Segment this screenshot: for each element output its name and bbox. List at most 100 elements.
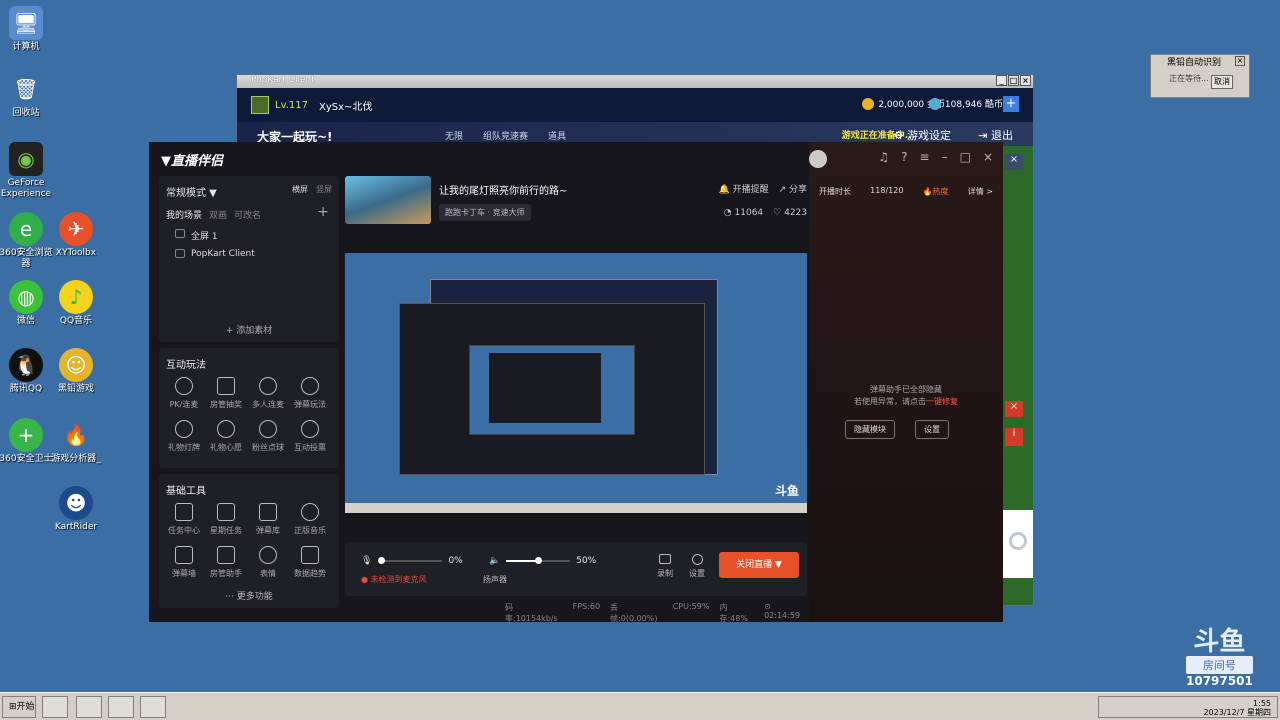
danmu-settings-button[interactable]: 设置 (915, 420, 949, 439)
settings-button[interactable]: 设置 (689, 554, 705, 579)
scene-item[interactable]: 全屏 1 (159, 221, 339, 242)
tool-item[interactable]: 表情 (247, 546, 289, 579)
landscape-option[interactable]: 横屏 (292, 184, 308, 202)
close-icon[interactable]: × (1005, 154, 1023, 170)
room-category[interactable]: 跑跑卡丁车 · 竞速大师 (439, 204, 531, 221)
level-badge-icon (251, 96, 269, 114)
maximize-button[interactable]: □ (960, 150, 971, 164)
mic-slider[interactable] (378, 557, 443, 564)
portrait-option[interactable]: 竖屏 (316, 184, 332, 202)
speaker-knob[interactable] (535, 557, 543, 564)
tools-title: 基础工具 (166, 486, 206, 497)
game-icon (175, 249, 185, 258)
computer-icon: 🖥 (9, 6, 43, 40)
fans-count: ◔ 11064 (723, 208, 764, 218)
popkart-titlebar: PopKart Client _ □ × (237, 75, 1033, 88)
mode-dropdown[interactable]: 常规模式 ▼ (166, 184, 217, 202)
close-icon[interactable]: × (1005, 401, 1023, 417)
mic-icon[interactable]: 🎙 (361, 556, 372, 566)
tab-rename[interactable]: 可改名 (234, 208, 261, 221)
share-button[interactable]: ↗ 分享 (779, 182, 807, 195)
tool-item[interactable]: 房管助手 (205, 546, 247, 579)
interact-item[interactable]: 礼物灯牌 (163, 420, 205, 453)
room-number: 10797501 (1186, 674, 1253, 688)
game-settings-button[interactable]: ⚙ 游戏设定 (894, 127, 951, 143)
tab-my-scene[interactable]: 我的场景 (166, 208, 202, 221)
speaker-slider[interactable] (506, 557, 571, 564)
start-button[interactable]: ⊞开始 (2, 696, 36, 718)
360-safe-icon: + (9, 418, 43, 452)
taskbar-app-kartrider[interactable] (42, 696, 68, 718)
tools-panel: 基础工具 任务中心 星期任务 弹幕库 正版音乐 弹幕墙 房管助手 表情 数据趋势… (159, 474, 339, 608)
desktop-icon-recycle[interactable]: 🗑 回收站 (0, 72, 56, 119)
tab-dual[interactable]: 双画 (209, 208, 227, 221)
interact-item[interactable]: 多人连麦 (247, 377, 289, 410)
desktop-icon-geforce[interactable]: ◉ GeForce Experience (0, 142, 56, 200)
desktop-icon-gameanalyzer[interactable]: 🔥 游戏分析器_ (46, 418, 106, 465)
mic-percent: 0% (448, 556, 463, 566)
interact-item[interactable]: 礼物心愿 (205, 420, 247, 453)
desktop-icon-kartrider[interactable]: ☻ KartRider (46, 486, 106, 533)
exit-button[interactable]: ⇥ 退出 (978, 127, 1013, 143)
tool-item[interactable]: 正版音乐 (289, 503, 331, 536)
tool-item[interactable]: 弹幕库 (247, 503, 289, 536)
douyu-room-logo: 斗鱼 房间号 10797501 (1186, 628, 1253, 688)
record-button[interactable]: 录制 (657, 554, 673, 579)
add-currency-button[interactable]: + (1003, 96, 1019, 112)
interact-item[interactable]: 房管抽奖 (205, 377, 247, 410)
detail-link[interactable]: 详情 > (968, 186, 993, 197)
taskbar-app-popkart[interactable] (108, 696, 134, 718)
tool-item[interactable]: 星期任务 (205, 503, 247, 536)
info-icon[interactable]: i (1005, 428, 1023, 446)
maximize-button[interactable]: □ (1008, 75, 1019, 86)
tab-unlimited[interactable]: 无限 (445, 129, 463, 142)
fix-link[interactable]: 一键修复 (926, 397, 958, 406)
tab-item[interactable]: 道具 (548, 129, 566, 142)
desktop-icon-computer[interactable]: 🖥 计算机 (0, 6, 56, 53)
clock[interactable]: 1:55 2023/12/7 星期四 (1203, 699, 1271, 717)
headset-icon[interactable]: ♫ (878, 150, 889, 164)
taskbar-app-xytoolbx[interactable] (140, 696, 166, 718)
speaker-icon[interactable]: 🔈 (489, 556, 500, 566)
close-icon[interactable]: × (1235, 56, 1245, 66)
mic-control: 🎙 0% (361, 556, 463, 566)
taskbar-app-heiqian[interactable] (76, 696, 102, 718)
close-live-button[interactable]: 关闭直播 ▼ (719, 552, 799, 578)
add-source-button[interactable]: + 添加素材 (159, 323, 339, 336)
help-icon[interactable]: ? (901, 150, 907, 164)
interact-item[interactable]: 互动投票 (289, 420, 331, 453)
tool-item[interactable]: 弹幕墙 (163, 546, 205, 579)
interact-item[interactable]: PK/连麦 (163, 377, 205, 410)
desktop-icon-heiqian[interactable]: ☺ 黑铅游戏 (46, 348, 106, 395)
room-label: 房间号 (1186, 656, 1253, 674)
live-time-row: 开播时长 118/120 🔥热度 详情 > (819, 186, 993, 197)
minimize-button[interactable]: – (942, 150, 948, 164)
interact-item[interactable]: 弹幕玩法 (289, 377, 331, 410)
interact-item[interactable]: 粉丝点球 (247, 420, 289, 453)
close-button[interactable]: × (983, 150, 993, 164)
emoji-icon (259, 546, 277, 564)
close-button[interactable]: × (1020, 75, 1031, 86)
minimize-button[interactable]: _ (996, 75, 1007, 86)
mic-knob[interactable] (378, 557, 386, 564)
menu-icon[interactable]: ≡ (920, 150, 930, 164)
chart-icon (301, 546, 319, 564)
room-title[interactable]: 让我的尾灯照亮你前行的路~ (439, 182, 567, 197)
scene-item[interactable]: PopKart Client (159, 241, 339, 261)
gear-icon[interactable] (1009, 532, 1027, 550)
tool-item[interactable]: 任务中心 (163, 503, 205, 536)
camera-icon (659, 554, 671, 564)
cancel-button[interactable]: 取消 (1211, 75, 1233, 89)
more-features-button[interactable]: ··· 更多功能 (159, 583, 339, 608)
add-scene-icon[interactable]: + (317, 204, 329, 220)
danmu-buttons: 隐藏模块 设置 (845, 420, 949, 439)
desktop-icon-xytoolbx[interactable]: ✈ XYToolbx (46, 212, 106, 259)
remind-button[interactable]: 🔔 开播提醒 (718, 182, 768, 195)
tool-item[interactable]: 数据趋势 (289, 546, 331, 579)
tab-team-race[interactable]: 组队竞速赛 (483, 129, 528, 142)
pk-icon (175, 377, 193, 395)
desktop-icon-qqmusic[interactable]: ♪ QQ音乐 (46, 280, 106, 327)
room-thumbnail[interactable] (345, 176, 431, 224)
hide-module-button[interactable]: 隐藏模块 (845, 420, 895, 439)
avatar[interactable] (809, 150, 827, 168)
